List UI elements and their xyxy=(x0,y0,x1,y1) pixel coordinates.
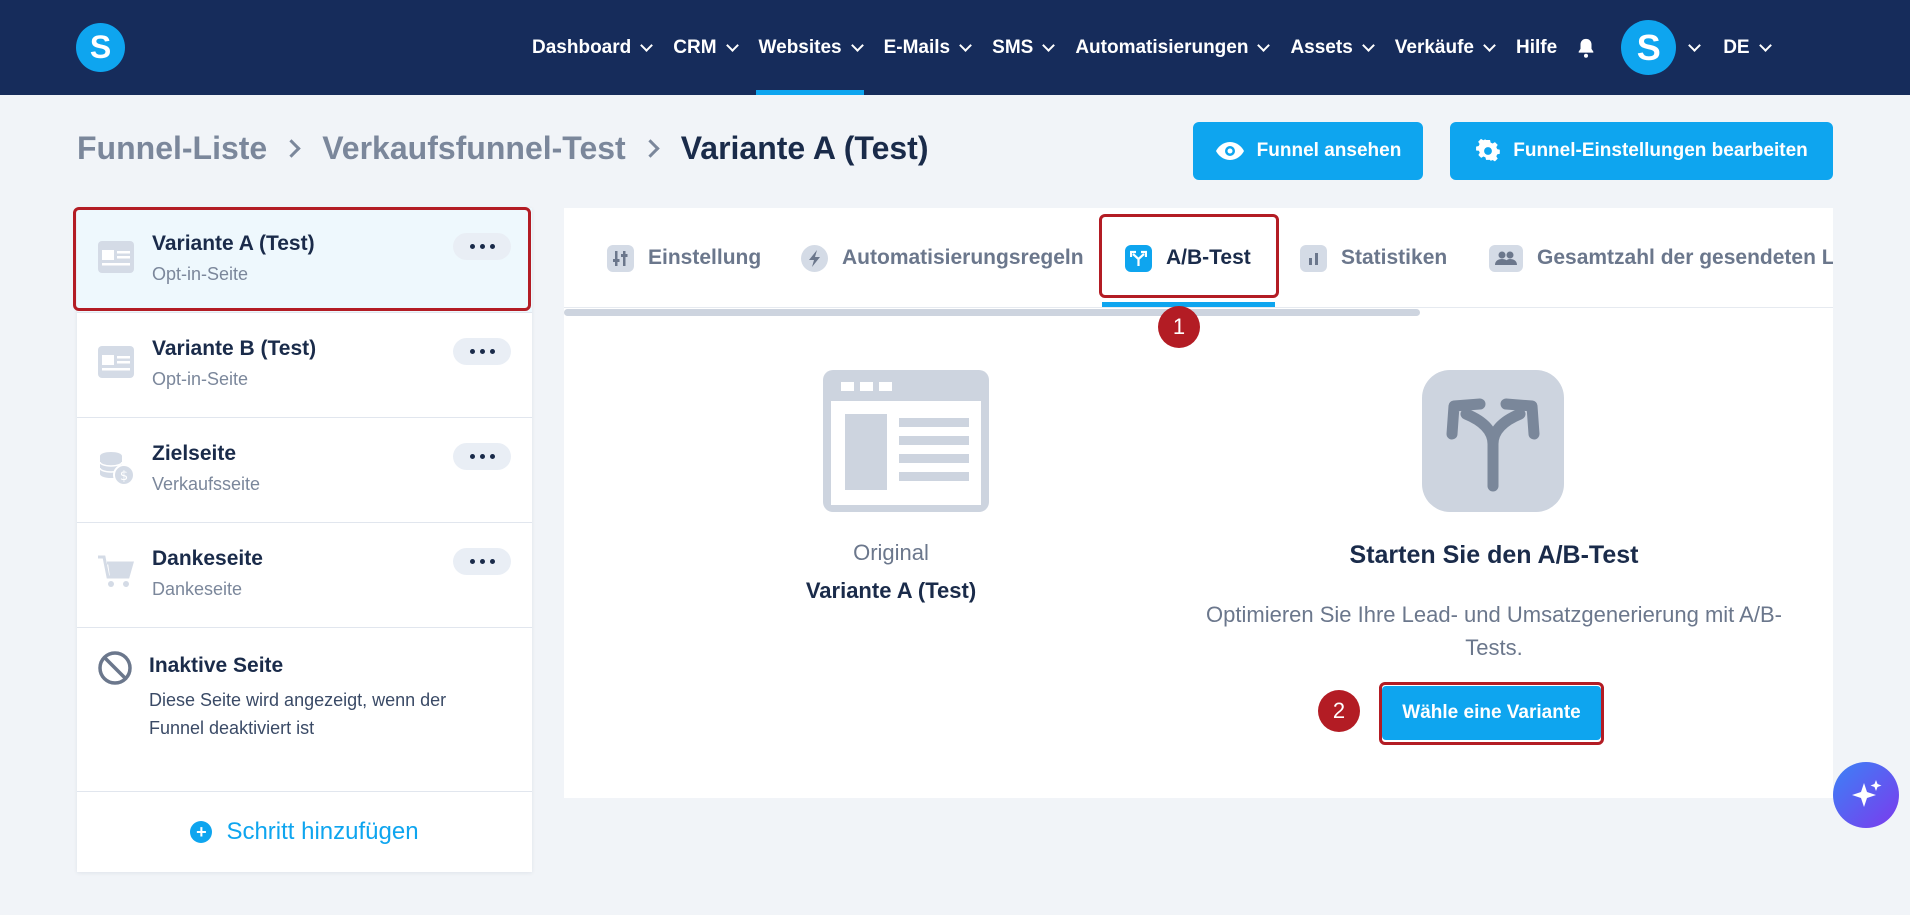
step-item-dankeseite[interactable]: Dankeseite Dankeseite xyxy=(77,523,532,628)
chevron-down-icon xyxy=(1758,38,1772,52)
breadcrumb-current-page: Variante A (Test) xyxy=(680,130,929,166)
step-title: Variante B (Test) xyxy=(152,337,317,360)
tab-scrollbar[interactable] xyxy=(564,308,1833,317)
add-step-button[interactable]: + Schritt hinzufügen xyxy=(77,791,532,872)
original-variant-name: Variante A (Test) xyxy=(805,578,977,603)
more-options-button[interactable] xyxy=(453,548,511,575)
sliders-icon xyxy=(607,244,634,272)
step-title: Dankeseite xyxy=(152,547,263,570)
inactive-page-description: Diese Seite wird angezeigt, wenn der Fun… xyxy=(149,690,447,738)
chevron-down-icon xyxy=(1361,38,1375,52)
edit-funnel-settings-button[interactable]: Funnel-Einstellungen bearbeiten xyxy=(1450,122,1833,180)
ban-icon xyxy=(98,651,132,685)
language-selector[interactable]: DE xyxy=(1723,0,1772,95)
tab-automatisierungsregeln[interactable]: Automatisierungsregeln xyxy=(801,208,1084,307)
tab-statistiken[interactable]: Statistiken xyxy=(1300,208,1447,307)
plus-icon: + xyxy=(190,821,213,843)
chevron-down-icon xyxy=(959,38,973,52)
nav-menu: Dashboard CRM Websites E-Mails SMS Autom… xyxy=(532,0,1772,95)
ab-test-description: Optimieren Sie Ihre Lead- und Umsatzgene… xyxy=(1206,602,1782,660)
view-funnel-button[interactable]: Funnel ansehen xyxy=(1193,122,1423,180)
gear-icon xyxy=(1476,138,1501,162)
nav-item-verkaeufe[interactable]: Verkäufe xyxy=(1395,0,1496,95)
scrollbar-thumb[interactable] xyxy=(564,309,1420,316)
chevron-down-icon xyxy=(640,38,654,52)
chevron-right-icon xyxy=(282,139,301,158)
page-layout-icon xyxy=(823,370,989,512)
tab-gesamtzahl[interactable]: Gesamtzahl der gesendeten L xyxy=(1489,208,1833,307)
original-label: Original xyxy=(853,540,929,565)
cart-icon xyxy=(98,555,134,587)
highlight-step-variante-a xyxy=(73,207,531,311)
top-navigation: S Dashboard CRM Websites E-Mails SMS Aut… xyxy=(0,0,1910,95)
chevron-down-icon xyxy=(725,38,739,52)
breadcrumb-funnel[interactable]: Verkaufsfunnel-Test xyxy=(322,130,625,167)
chevron-down-icon xyxy=(1257,38,1271,52)
svg-text:$: $ xyxy=(120,469,128,484)
highlight-choose-variant-button xyxy=(1379,682,1604,745)
page-layout-icon xyxy=(98,346,134,378)
bolt-icon xyxy=(801,244,828,272)
chevron-down-icon xyxy=(850,38,864,52)
nav-item-dashboard[interactable]: Dashboard xyxy=(532,0,654,95)
breadcrumb: Funnel-Liste Verkaufsfunnel-Test Variant… xyxy=(77,130,928,167)
more-options-button[interactable] xyxy=(453,443,511,470)
chevron-down-icon[interactable] xyxy=(1688,38,1702,52)
user-avatar[interactable]: S xyxy=(1621,20,1677,75)
inactive-page-item[interactable]: Inaktive Seite Diese Seite wird angezeig… xyxy=(77,628,532,791)
chevron-down-icon xyxy=(1042,38,1056,52)
nav-item-emails[interactable]: E-Mails xyxy=(884,0,973,95)
step-title: Zielseite xyxy=(152,442,237,465)
sparkle-icon xyxy=(1852,780,1882,807)
nav-item-sms[interactable]: SMS xyxy=(992,0,1056,95)
step-item-zielseite[interactable]: $ Zielseite Verkaufsseite xyxy=(77,418,532,523)
chevron-down-icon xyxy=(1483,38,1496,52)
highlight-tab-ab-test xyxy=(1099,214,1279,298)
app-logo[interactable]: S xyxy=(76,23,125,72)
step-subtitle: Verkaufsseite xyxy=(152,474,261,494)
active-tab-indicator xyxy=(1102,302,1275,307)
nav-item-hilfe[interactable]: Hilfe xyxy=(1516,0,1557,95)
coins-icon: $ xyxy=(99,452,135,486)
split-arrows-icon xyxy=(1446,398,1540,492)
chevron-right-icon xyxy=(641,139,660,158)
annotation-badge-2: 2 xyxy=(1318,690,1360,732)
step-subtitle: Dankeseite xyxy=(152,579,243,599)
ab-test-title: Starten Sie den A/B-Test xyxy=(1349,541,1639,569)
ab-test-illustration xyxy=(1422,370,1564,512)
bell-icon[interactable] xyxy=(1575,37,1597,59)
eye-icon xyxy=(1215,142,1244,160)
tab-einstellung[interactable]: Einstellung xyxy=(607,208,761,307)
step-subtitle: Opt-in-Seite xyxy=(152,369,249,389)
more-options-button[interactable] xyxy=(453,338,511,365)
users-icon xyxy=(1489,244,1523,272)
nav-item-crm[interactable]: CRM xyxy=(673,0,739,95)
bar-chart-icon xyxy=(1300,244,1327,272)
step-item-variante-b[interactable]: Variante B (Test) Opt-in-Seite xyxy=(77,313,532,418)
nav-item-websites[interactable]: Websites xyxy=(755,0,864,95)
nav-item-automatisierungen[interactable]: Automatisierungen xyxy=(1075,0,1271,95)
nav-item-assets[interactable]: Assets xyxy=(1290,0,1375,95)
annotation-badge-1: 1 xyxy=(1158,306,1200,348)
inactive-page-title: Inaktive Seite xyxy=(149,654,284,677)
ai-assistant-button[interactable] xyxy=(1833,762,1899,828)
breadcrumb-funnel-list[interactable]: Funnel-Liste xyxy=(77,130,267,167)
